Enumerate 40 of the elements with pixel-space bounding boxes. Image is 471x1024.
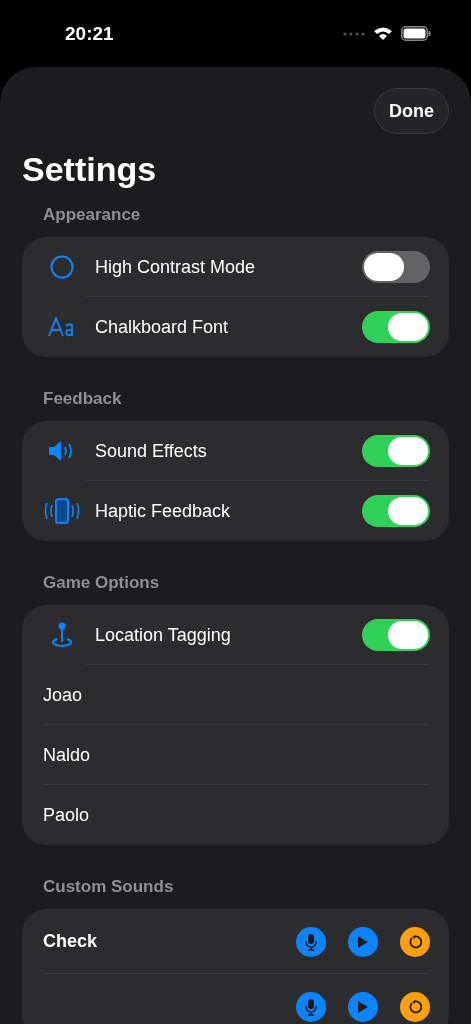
play-button[interactable] bbox=[348, 926, 378, 957]
toggle-switch[interactable] bbox=[362, 251, 430, 283]
reset-button[interactable] bbox=[400, 991, 430, 1022]
toggle-switch[interactable] bbox=[362, 495, 430, 527]
page-title: Settings bbox=[22, 150, 158, 189]
phone-vibrate-icon bbox=[43, 498, 81, 524]
player-name: Naldo bbox=[43, 744, 92, 766]
play-icon bbox=[357, 934, 369, 949]
signal-icon bbox=[343, 31, 365, 36]
circle-icon bbox=[50, 255, 74, 279]
player-name: Joao bbox=[43, 684, 84, 706]
setting-label: Sound Effects bbox=[95, 440, 208, 462]
section-header: Game Options bbox=[43, 573, 160, 593]
record-button[interactable] bbox=[296, 991, 326, 1022]
section-header: Appearance bbox=[43, 205, 141, 225]
status-time: 20:21 bbox=[65, 22, 114, 45]
battery-icon bbox=[401, 26, 431, 41]
play-button[interactable] bbox=[348, 991, 378, 1022]
play-icon bbox=[357, 999, 369, 1014]
microphone-icon bbox=[304, 997, 318, 1016]
font-size-icon bbox=[48, 317, 76, 337]
toggle-switch[interactable] bbox=[362, 435, 430, 467]
map-pin-icon bbox=[50, 622, 74, 648]
microphone-icon bbox=[304, 932, 318, 951]
section-header: Feedback bbox=[43, 389, 122, 409]
setting-label: Haptic Feedback bbox=[95, 500, 232, 522]
setting-label: High Contrast Mode bbox=[95, 256, 257, 278]
toggle-switch[interactable] bbox=[362, 311, 430, 343]
reset-button[interactable] bbox=[400, 926, 430, 957]
player-name: Paolo bbox=[43, 804, 91, 826]
wifi-icon bbox=[373, 26, 393, 41]
record-button[interactable] bbox=[296, 926, 326, 957]
setting-label: Chalkboard Font bbox=[95, 316, 230, 338]
sound-name: Check bbox=[43, 931, 99, 952]
reset-icon bbox=[408, 999, 422, 1014]
section-header: Custom Sounds bbox=[43, 877, 174, 897]
setting-label: Location Tagging bbox=[95, 624, 232, 646]
reset-icon bbox=[408, 934, 422, 949]
done-button[interactable]: Done bbox=[374, 88, 449, 134]
toggle-switch[interactable] bbox=[362, 619, 430, 651]
